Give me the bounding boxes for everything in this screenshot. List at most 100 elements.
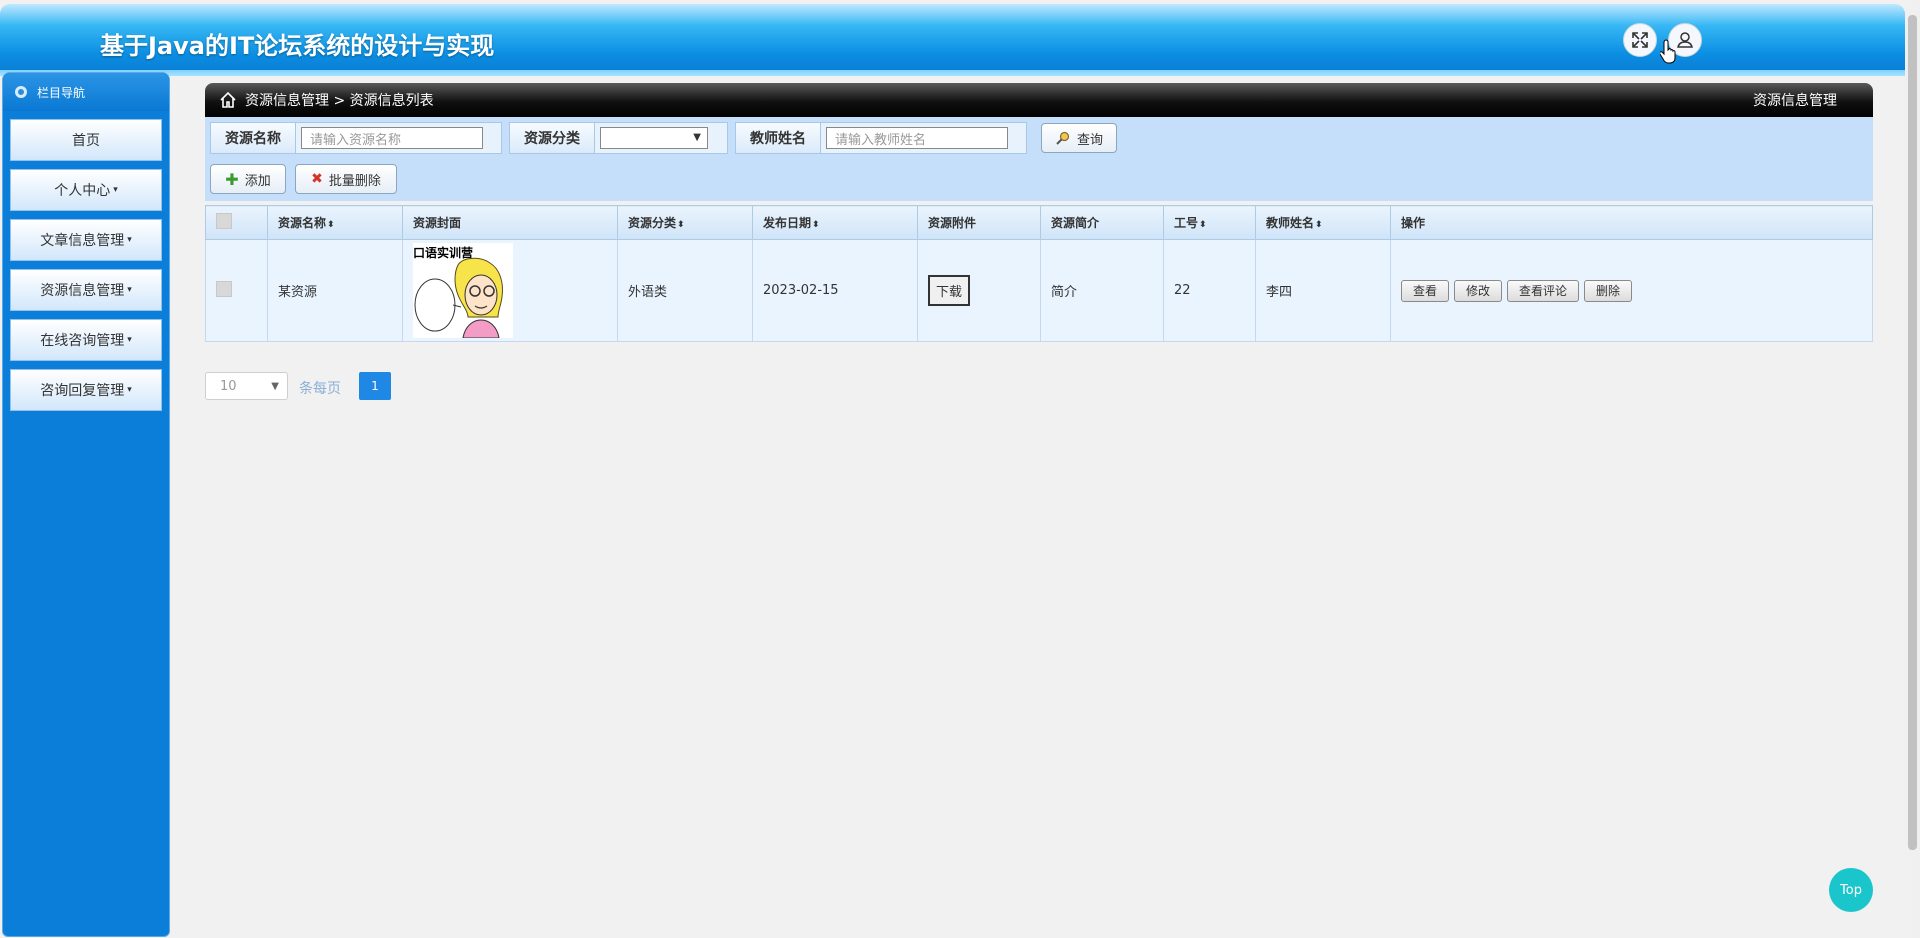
header-label: 工号	[1174, 216, 1199, 230]
expand-icon	[1632, 32, 1648, 48]
sort-icon: ⬍	[812, 220, 820, 230]
cell-teacher-name: 李四	[1255, 239, 1391, 342]
row-select-cell	[205, 239, 268, 342]
query-button[interactable]: 查询	[1041, 123, 1117, 153]
header-attachment: 资源附件	[917, 205, 1041, 240]
header-resource-cover: 资源封面	[402, 205, 618, 240]
sidebar-item-label: 在线咨询管理	[40, 333, 125, 349]
sidebar-item-label: 首页	[72, 133, 100, 149]
sidebar-heading-label: 栏目导航	[37, 85, 86, 100]
sort-icon: ⬍	[1199, 220, 1207, 230]
select-all-checkbox[interactable]	[216, 213, 232, 229]
batch-delete-button[interactable]: ✖ 批量删除	[295, 164, 397, 194]
header-job-number[interactable]: 工号⬍	[1163, 205, 1256, 240]
nav-dot-icon	[15, 86, 27, 98]
sort-icon: ⬍	[1315, 220, 1323, 230]
hand-cursor-icon	[1660, 39, 1676, 64]
header-publish-date[interactable]: 发布日期⬍	[752, 205, 918, 240]
page-size-select[interactable]: 10 ▼	[205, 372, 288, 400]
cell-resource-category: 外语类	[617, 239, 753, 342]
fullscreen-button[interactable]	[1623, 23, 1657, 57]
sidebar-item-consultation-management[interactable]: 在线咨询管理 ▾	[10, 319, 162, 361]
caret-down-icon: ▾	[127, 235, 132, 245]
sidebar-item-label: 文章信息管理	[40, 233, 125, 249]
chevron-down-icon: ▼	[693, 132, 701, 143]
home-icon[interactable]	[219, 91, 237, 109]
cover-text: 口语实训营	[413, 245, 473, 260]
header-label: 资源简介	[1051, 216, 1100, 230]
query-button-label: 查询	[1076, 132, 1103, 148]
caret-down-icon: ▾	[127, 285, 132, 295]
cell-actions: 查看 修改 查看评论 删除	[1390, 239, 1873, 342]
site-title: 基于Java的IT论坛系统的设计与实现	[100, 32, 495, 60]
back-to-top-button[interactable]: Top	[1829, 868, 1873, 912]
delete-button[interactable]: 删除	[1584, 279, 1633, 302]
edit-button[interactable]: 修改	[1454, 279, 1503, 302]
table-header-row: 资源名称⬍ 资源封面 资源分类⬍ 发布日期⬍ 资源附件 资源简介 工号⬍ 教师姓…	[205, 205, 1873, 240]
search-teacher-group: 教师姓名 请输入教师姓名	[735, 122, 1027, 154]
delete-x-icon: ✖	[311, 171, 323, 187]
page-size-value: 10	[220, 378, 237, 394]
sidebar-heading: 栏目导航	[3, 73, 169, 111]
header-actions: 操作	[1390, 205, 1873, 240]
download-button[interactable]: 下载	[928, 275, 971, 306]
sidebar-item-label: 资源信息管理	[40, 283, 125, 299]
cell-resource-name: 某资源	[267, 239, 403, 342]
view-button[interactable]: 查看	[1401, 279, 1450, 302]
teacher-name-label: 教师姓名	[736, 123, 821, 153]
search-category-group: 资源分类 ▼	[509, 122, 728, 154]
sidebar-item-reply-management[interactable]: 咨询回复管理 ▾	[10, 369, 162, 411]
batch-delete-label: 批量删除	[328, 173, 381, 189]
header-label: 发布日期	[763, 216, 812, 230]
header-label: 资源分类	[628, 216, 677, 230]
header-teacher-name[interactable]: 教师姓名⬍	[1255, 205, 1391, 240]
header-label: 操作	[1401, 216, 1426, 230]
resource-cover-image[interactable]: 口语实训营	[413, 243, 513, 338]
cell-job-number: 22	[1163, 239, 1256, 342]
header-label: 资源封面	[413, 216, 462, 230]
add-button[interactable]: ✚ 添加	[210, 164, 286, 194]
breadcrumb-right-title: 资源信息管理	[1753, 93, 1837, 109]
search-icon	[1056, 131, 1070, 145]
resource-name-input[interactable]: 请输入资源名称	[301, 127, 483, 149]
header-introduction: 资源简介	[1040, 205, 1164, 240]
resource-table: 资源名称⬍ 资源封面 资源分类⬍ 发布日期⬍ 资源附件 资源简介 工号⬍ 教师姓…	[205, 205, 1873, 342]
cell-publish-date: 2023-02-15	[752, 239, 918, 342]
header-label: 教师姓名	[1266, 216, 1315, 230]
header-resource-category[interactable]: 资源分类⬍	[617, 205, 753, 240]
sidebar-item-personal-center[interactable]: 个人中心 ▾	[10, 169, 162, 211]
search-area: 资源名称 请输入资源名称 资源分类 ▼ 教师姓名 请输入教师姓名 查询 ✚ 添加…	[205, 117, 1873, 201]
sort-icon: ⬍	[677, 220, 685, 230]
cell-attachment: 下载	[917, 239, 1041, 342]
select-all-header	[205, 205, 268, 240]
per-page-label: 条每页	[299, 381, 341, 397]
resource-category-label: 资源分类	[510, 123, 595, 153]
cell-resource-cover: 口语实训营	[402, 239, 618, 342]
top-header: 基于Java的IT论坛系统的设计与实现	[0, 4, 1905, 76]
vertical-scrollbar[interactable]	[1905, 0, 1920, 938]
teacher-name-input[interactable]: 请输入教师姓名	[826, 127, 1008, 149]
view-comments-button[interactable]: 查看评论	[1507, 279, 1580, 302]
sidebar-item-home[interactable]: 首页	[10, 119, 162, 161]
sort-icon: ⬍	[327, 220, 335, 230]
cell-introduction: 简介	[1040, 239, 1164, 342]
caret-down-icon: ▾	[127, 335, 132, 345]
sidebar-item-article-management[interactable]: 文章信息管理 ▾	[10, 219, 162, 261]
caret-down-icon: ▾	[113, 185, 118, 195]
scrollbar-thumb[interactable]	[1908, 15, 1917, 850]
breadcrumb: 资源信息管理 > 资源信息列表 资源信息管理	[205, 83, 1873, 117]
add-button-label: 添加	[244, 173, 271, 189]
resource-category-select[interactable]: ▼	[600, 127, 708, 149]
header-resource-name[interactable]: 资源名称⬍	[267, 205, 403, 240]
sidebar-item-resource-management[interactable]: 资源信息管理 ▾	[10, 269, 162, 311]
resource-name-label: 资源名称	[211, 123, 296, 153]
row-checkbox[interactable]	[216, 280, 232, 297]
plus-icon: ✚	[225, 169, 239, 189]
page-number-button[interactable]: 1	[359, 372, 391, 400]
breadcrumb-path: 资源信息管理 > 资源信息列表	[245, 93, 434, 109]
sidebar-item-label: 个人中心	[54, 183, 111, 199]
search-name-group: 资源名称 请输入资源名称	[210, 122, 502, 154]
header-label: 资源名称	[278, 216, 327, 230]
caret-down-icon: ▾	[127, 385, 132, 395]
chevron-down-icon: ▼	[271, 380, 279, 392]
